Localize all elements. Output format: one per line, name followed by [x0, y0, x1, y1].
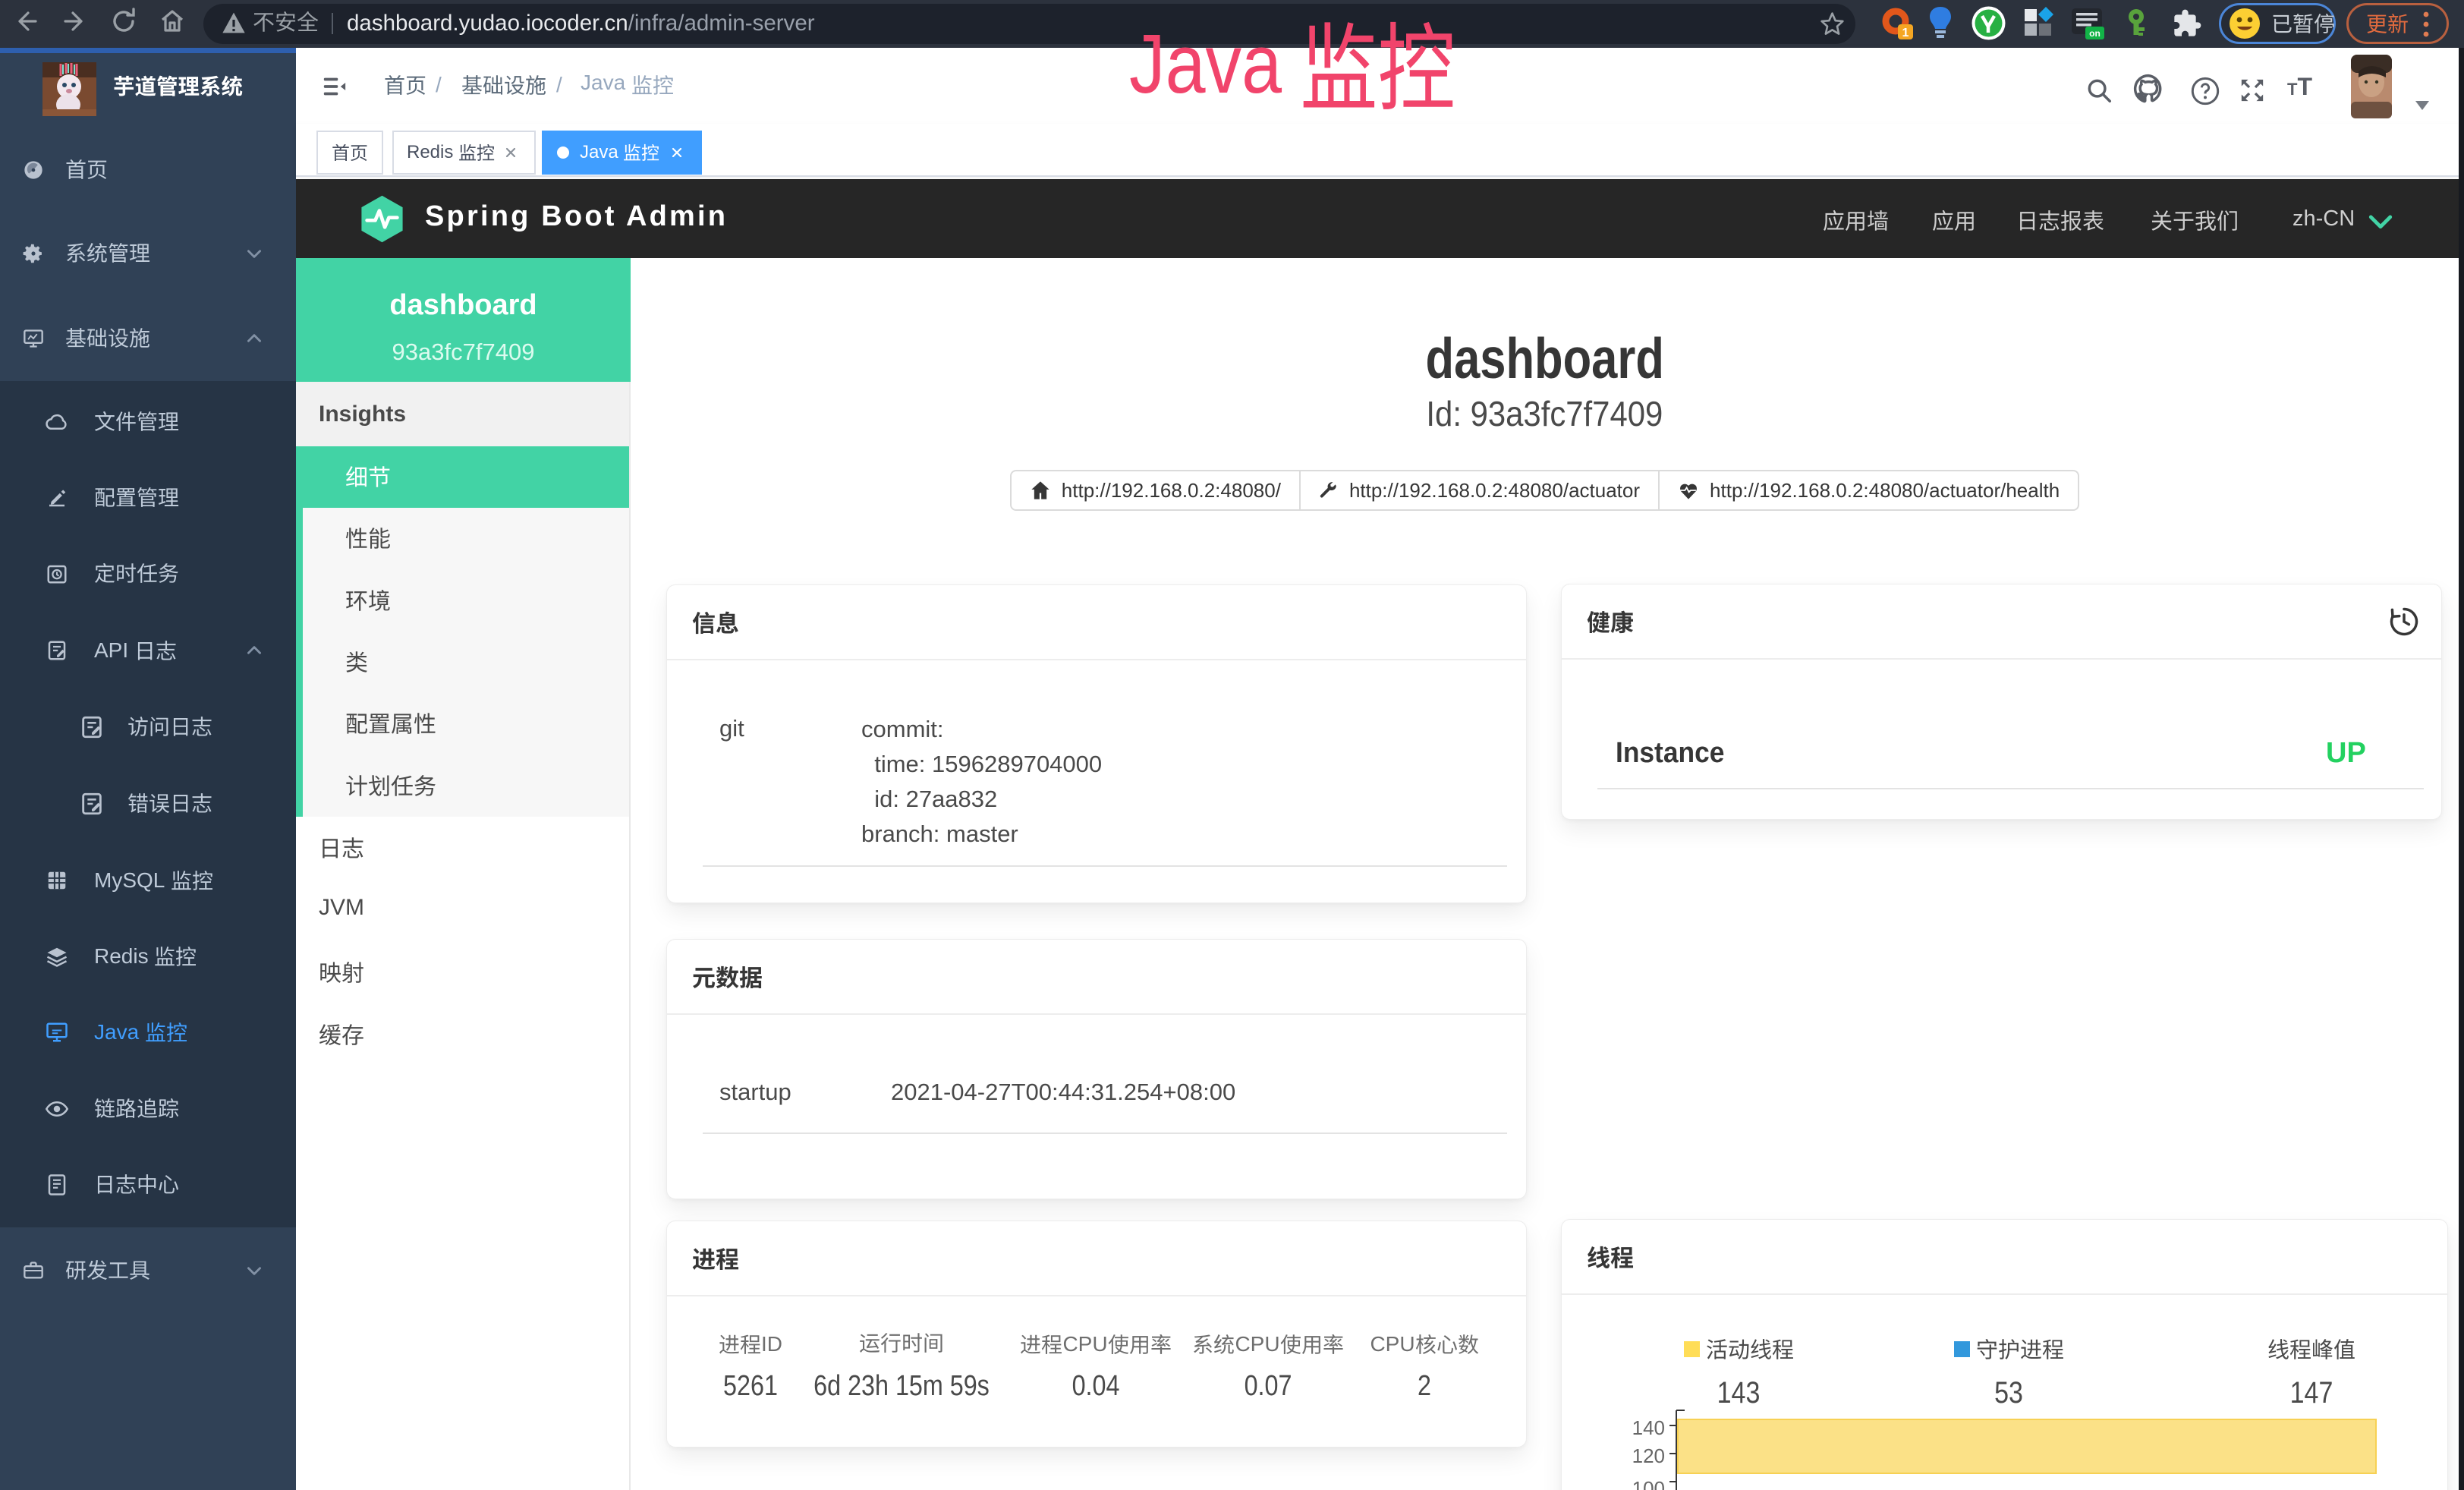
svg-text:1: 1	[1902, 27, 1909, 39]
svg-text:on: on	[2089, 28, 2101, 39]
